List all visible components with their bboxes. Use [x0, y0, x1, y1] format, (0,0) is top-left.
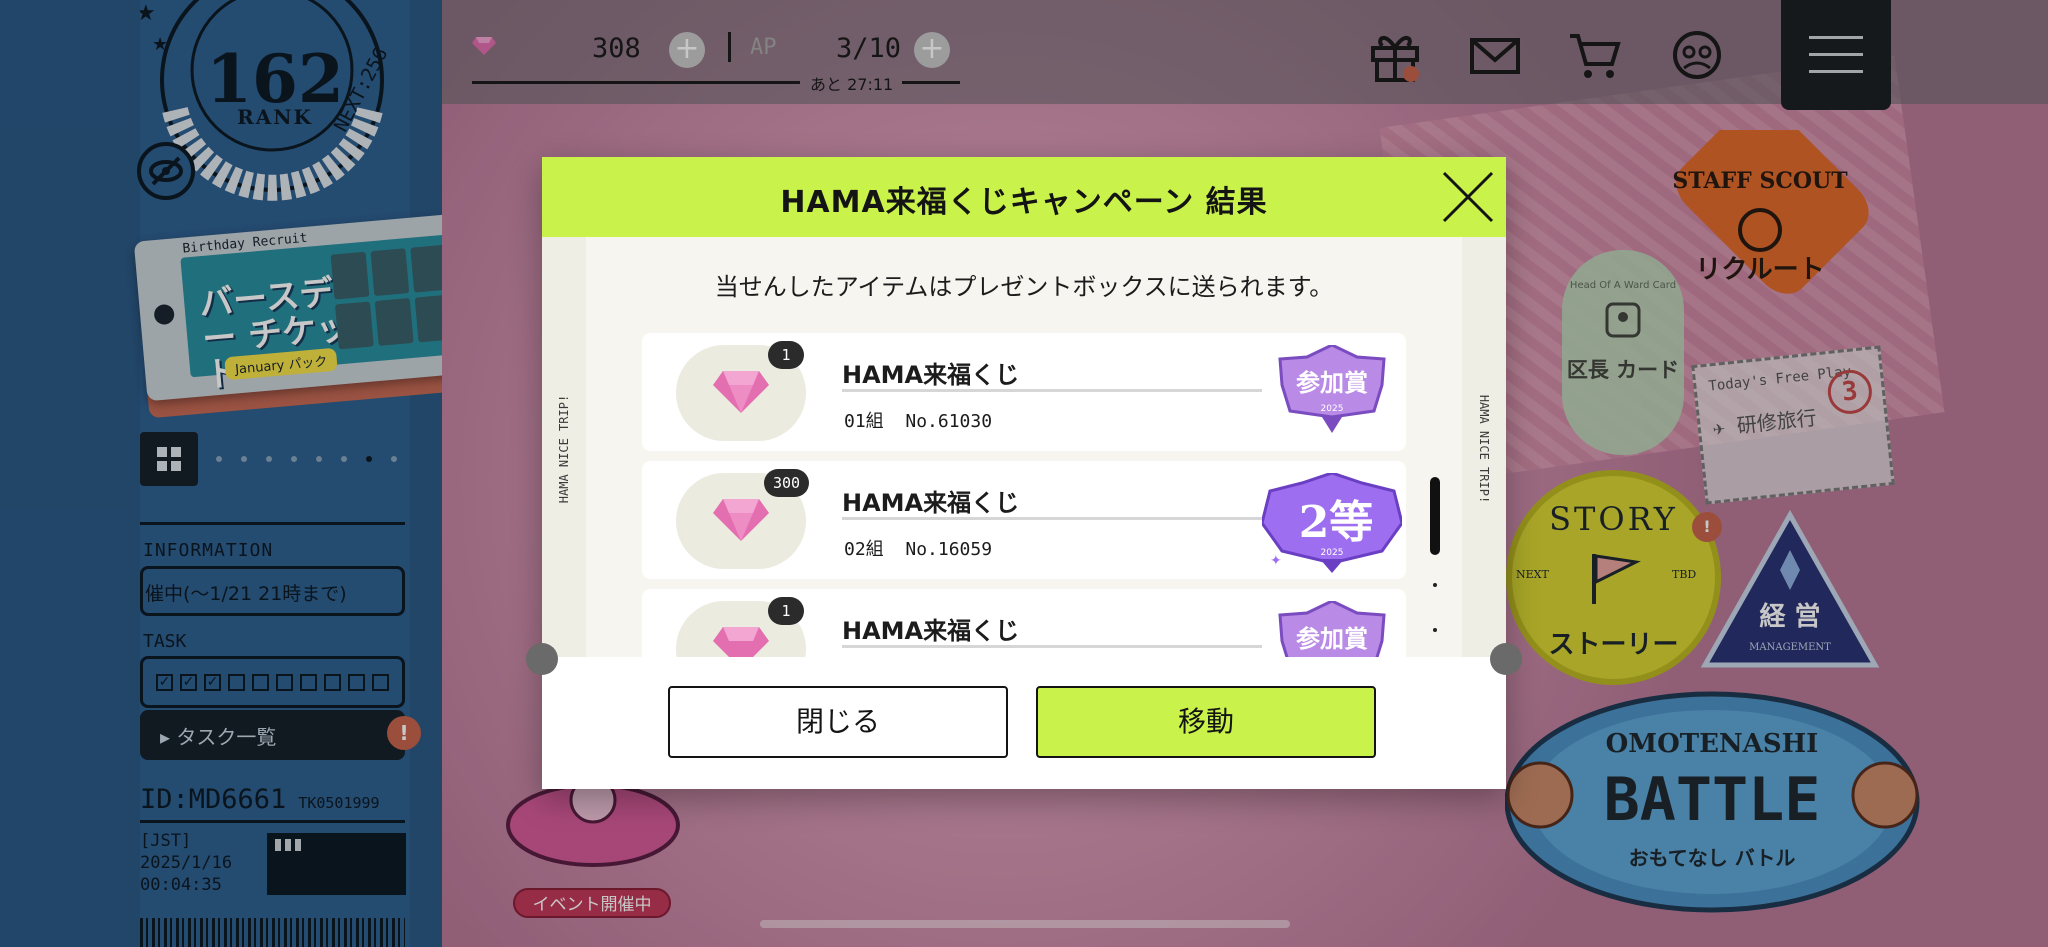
prize-name: HAMA来福くじ	[842, 361, 1020, 389]
dialog-title: HAMA来福くじキャンペーン 結果	[780, 185, 1268, 220]
prize-underline	[842, 517, 1262, 520]
prize-row[interactable]: 1 HAMA来福くじ 01組 No.61030 参加賞 2025	[642, 333, 1406, 451]
ticket-notch-right	[1490, 643, 1522, 675]
list-scrollbar[interactable]	[1430, 477, 1440, 555]
prize-count-badge: 1	[768, 597, 804, 625]
svg-text:参加賞: 参加賞	[1296, 625, 1368, 653]
prize-row[interactable]: 1 HAMA来福くじ 参加賞	[642, 589, 1406, 657]
svg-text:2025: 2025	[1321, 548, 1344, 558]
second-prize-badge: 2等 2025 ✦	[1262, 473, 1402, 573]
prize-count-badge: 300	[764, 469, 810, 497]
prize-ticket-number: 02組 No.16059	[844, 539, 993, 560]
dialog-body: HAMA NICE TRIP! HAMA NICE TRIP! 当せんしたアイテ…	[542, 237, 1506, 657]
gem-icon	[713, 371, 769, 413]
move-button[interactable]: 移動	[1036, 686, 1376, 758]
close-button[interactable]: 閉じる	[668, 686, 1008, 758]
svg-text:2025: 2025	[1321, 404, 1344, 414]
lottery-result-dialog: HAMA来福くじキャンペーン 結果 HAMA NICE TRIP! HAMA N…	[526, 157, 1522, 789]
prize-underline	[842, 645, 1262, 648]
prize-name: HAMA来福くじ	[842, 489, 1020, 517]
dialog-header: HAMA来福くじキャンペーン 結果	[542, 157, 1506, 237]
close-icon[interactable]	[1440, 169, 1496, 225]
prize-count-badge: 1	[768, 341, 804, 369]
participation-prize-badge: 参加賞 2025	[1278, 345, 1386, 433]
scroll-track-dot	[1433, 583, 1437, 587]
gem-icon	[713, 627, 769, 657]
prize-underline	[842, 389, 1262, 392]
participation-prize-badge: 参加賞	[1278, 601, 1386, 657]
prize-name: HAMA来福くじ	[842, 617, 1020, 645]
prize-ticket-number: 01組 No.61030	[844, 411, 993, 432]
svg-text:2等: 2等	[1299, 497, 1374, 548]
side-text-right: HAMA NICE TRIP!	[1477, 394, 1491, 504]
svg-text:参加賞: 参加賞	[1296, 369, 1368, 397]
prize-row[interactable]: 300 HAMA来福くじ 02組 No.16059 2等 2025 ✦	[642, 461, 1406, 579]
gem-icon	[713, 499, 769, 541]
ticket-notch-left	[526, 643, 558, 675]
side-text-left: HAMA NICE TRIP!	[557, 394, 571, 504]
dialog-notice: 当せんしたアイテムはプレゼントボックスに送られます。	[714, 273, 1334, 301]
scroll-track-dot	[1433, 628, 1437, 632]
svg-text:✦: ✦	[1270, 553, 1282, 569]
